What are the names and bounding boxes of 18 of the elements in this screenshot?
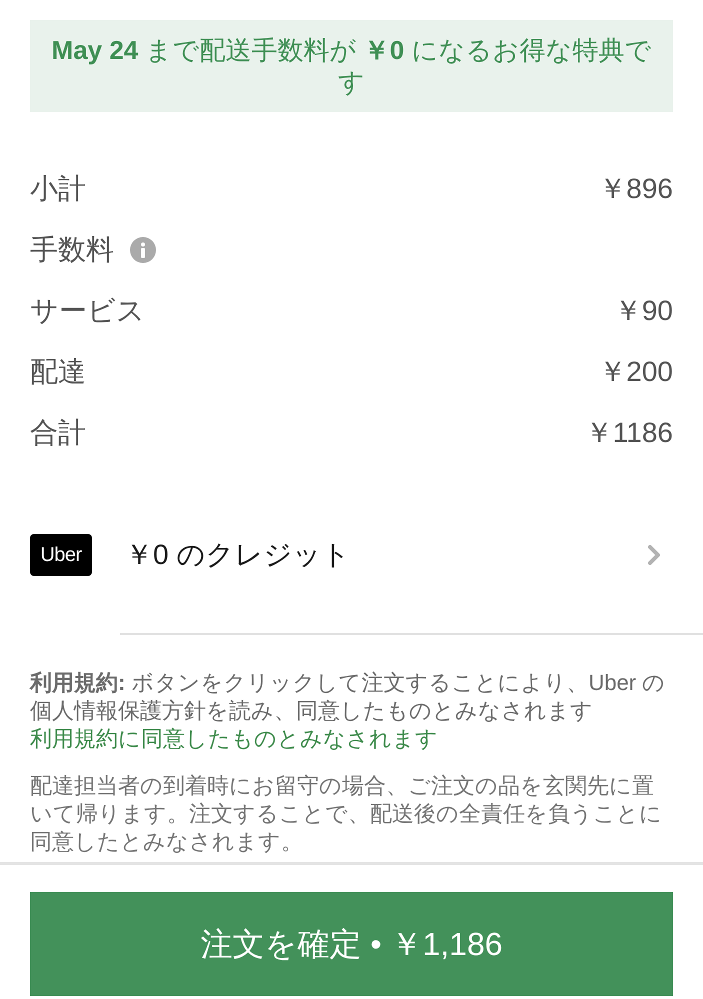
promo-banner: May 24 まで配送手数料が ￥0 になるお得な特典です — [30, 20, 673, 112]
terms-link[interactable]: 利用規約に同意したものとみなされます — [30, 726, 438, 751]
credit-label[interactable]: ￥0 のクレジット — [125, 534, 350, 576]
fee-label: サービス — [30, 294, 145, 328]
delivery-note: 配達担当者の到着時にお留守の場合、ご注文の品を玄関先に置いて帰ります。注文することで、配送後の全責任を負うことに同意したとみなされます。 — [30, 772, 663, 856]
chevron-right-icon[interactable] — [647, 545, 661, 565]
terms-text: 利用規約: ボタンをクリックして注文することにより、Uber の個人情報保護方針を読み、同意したものとみなされます 利用規約に同意したものとみなされます — [30, 669, 666, 753]
fee-amount: ￥1186 — [584, 416, 673, 450]
confirm-order-button[interactable]: 注文を確定 • ￥1,186 — [30, 892, 673, 996]
credit-logo: Uber — [30, 534, 92, 576]
fee-amount: ￥896 — [598, 172, 673, 206]
info-icon[interactable] — [130, 236, 156, 262]
fee-label: 合計 — [30, 416, 86, 450]
fee-label: 手数料 — [30, 232, 114, 266]
fee-amount: ￥200 — [598, 354, 673, 388]
fee-amount: ￥90 — [614, 294, 673, 328]
fee-label: 配達 — [30, 354, 86, 388]
fee-label: 小計 — [30, 172, 86, 206]
